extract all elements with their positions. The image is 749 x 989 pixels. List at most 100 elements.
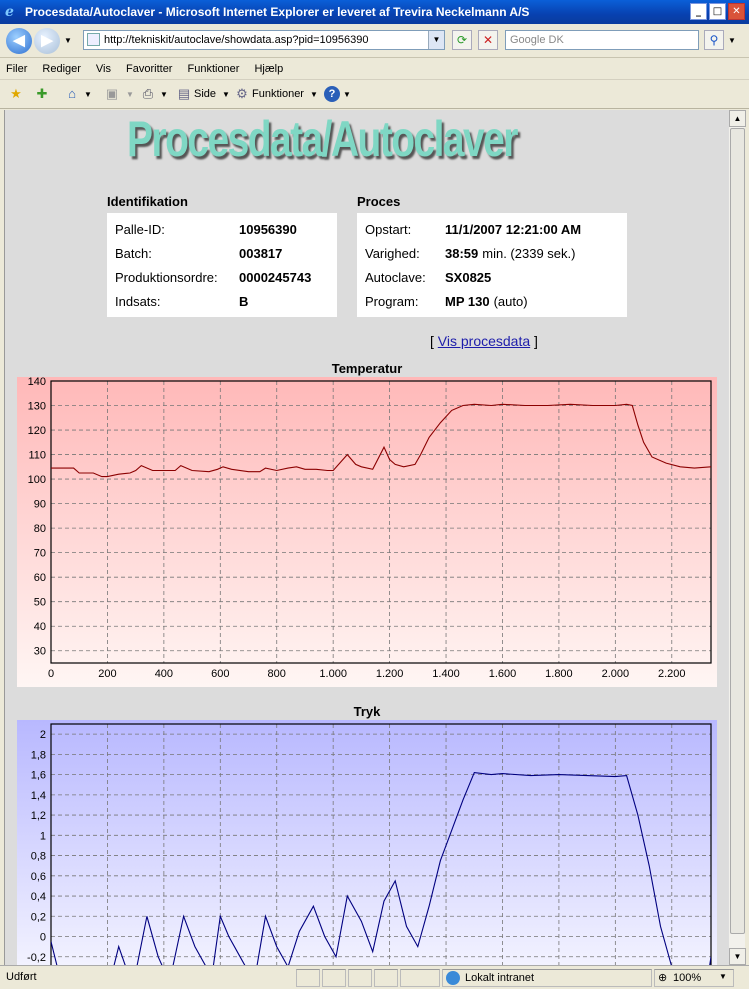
maximize-button[interactable]: □ — [709, 3, 726, 20]
y-tick-label: 0 — [40, 932, 46, 944]
help-icon: ? — [324, 86, 340, 102]
back-button[interactable]: ◀ — [6, 28, 32, 54]
varighed-extra: min. (2339 sek.) — [482, 245, 576, 261]
window-title-bar: e Procesdata/Autoclaver - Microsoft Inte… — [0, 0, 749, 24]
info-row: Program: MP 130 (auto) — [365, 289, 619, 313]
scrollbar-thumb[interactable] — [730, 128, 745, 934]
info-row: Indsats: B — [115, 289, 329, 313]
x-tick-label: 600 — [211, 668, 229, 680]
feeds-dropdown-icon[interactable]: ▼ — [126, 90, 134, 99]
zoom-dropdown-icon: ▼ — [719, 972, 727, 981]
search-button[interactable]: ⚲ — [704, 30, 724, 50]
search-input[interactable]: Google DK — [505, 30, 699, 50]
menu-bar: Filer Rediger Vis Favoritter Funktioner … — [0, 58, 749, 80]
y-tick-label: 60 — [34, 572, 46, 584]
help-button[interactable]: ? ▼ — [324, 86, 351, 102]
info-key: Produktionsordre: — [115, 269, 218, 285]
search-icon: ⚲ — [709, 33, 719, 47]
batch-value: 003817 — [239, 245, 283, 261]
autoclave-value: SX0825 — [445, 269, 492, 285]
palle-id-value: 10956390 — [239, 221, 297, 237]
status-text: Udført — [6, 971, 37, 983]
info-key: Varighed: — [365, 245, 420, 261]
produktionsordre-value: 0000245743 — [239, 269, 312, 285]
address-url: http://tekniskit/autoclave/showdata.asp?… — [104, 34, 369, 46]
vis-procesdata-link[interactable]: Vis procesdata — [438, 333, 530, 349]
y-tick-label: 0,8 — [31, 851, 46, 863]
menu-rediger[interactable]: Rediger — [42, 63, 81, 75]
back-arrow-icon: ◀ — [13, 32, 25, 49]
page-logo: Procesdata/Autoclaver — [127, 111, 518, 167]
info-row: Palle-ID: 10956390 — [115, 217, 329, 241]
info-key: Batch: — [115, 245, 152, 261]
page-menu-icon: ▤ — [177, 86, 191, 101]
print-button[interactable]: ⎙ ▼ — [140, 86, 168, 102]
info-row: Varighed: 38:59 min. (2339 sek.) — [365, 241, 619, 265]
scroll-down-icon[interactable]: ▼ — [729, 948, 746, 965]
x-tick-label: 2.200 — [658, 668, 686, 680]
proces-heading: Proces — [357, 194, 401, 209]
zone-cell: Lokalt intranet — [442, 969, 652, 987]
tools-menu-label: Funktioner — [252, 88, 304, 100]
menu-hjaelp[interactable]: Hjælp — [254, 63, 283, 75]
home-dropdown-icon[interactable]: ▼ — [84, 90, 92, 99]
search-dropdown-icon[interactable]: ▼ — [728, 36, 736, 45]
x-tick-label: 1.000 — [319, 668, 347, 680]
page-icon — [87, 33, 100, 46]
y-tick-label: 0,6 — [31, 871, 46, 883]
tryk-chart: 21,81,61,41,210,80,60,40,20-0,2-0,4 — [17, 720, 717, 965]
close-window-button[interactable]: ✕ — [728, 3, 745, 20]
intranet-globe-icon — [446, 971, 460, 985]
temperatur-chart: 30 40 50 60 70 80 90 100 110 120 130 140 0 200 400 600 8… — [17, 377, 717, 687]
info-key: Indsats: — [115, 293, 161, 309]
address-input[interactable]: http://tekniskit/autoclave/showdata.asp?… — [83, 30, 445, 50]
vertical-scrollbar[interactable]: ▲ ▼ — [728, 110, 746, 965]
forward-button[interactable]: ▶ — [34, 28, 60, 54]
x-tick-label: 0 — [48, 668, 54, 680]
scroll-up-icon[interactable]: ▲ — [729, 110, 746, 127]
proces-section: Proces Opstart: 11/1/2007 12:21:00 AM Var… — [357, 194, 627, 317]
indsats-value: B — [239, 293, 249, 309]
stop-icon: ✕ — [482, 33, 494, 47]
y-tick-label: 110 — [28, 450, 46, 462]
home-icon: ⌂ — [68, 86, 76, 101]
y-tick-label: 80 — [34, 523, 46, 535]
x-tick-label: 1.200 — [376, 668, 404, 680]
identifikation-table: Palle-ID: 10956390 Batch: 003817 Produktio… — [107, 213, 337, 317]
side-menu-label: Side — [194, 88, 217, 100]
chart-background — [17, 377, 717, 687]
minimize-button[interactable]: _ — [690, 3, 707, 20]
zone-text: Lokalt intranet — [465, 972, 535, 984]
menu-vis[interactable]: Vis — [96, 63, 111, 75]
tools-menu-button[interactable]: ⚙ Funktioner ▼ — [234, 86, 318, 102]
zoom-value: 100% — [673, 972, 702, 984]
menu-favoritter[interactable]: Favoritter — [126, 63, 172, 75]
zoom-control[interactable]: ⊕ 100% ▼ — [654, 969, 734, 987]
help-dropdown-icon: ▼ — [343, 89, 351, 99]
home-button[interactable]: ⌂ ▼ — [64, 86, 92, 102]
side-menu-button[interactable]: ▤ Side ▼ — [176, 86, 230, 102]
printer-icon: ⎙ — [142, 86, 154, 101]
x-tick-label: 1.400 — [432, 668, 460, 680]
feeds-button[interactable]: ▣ ▼ — [104, 86, 134, 102]
favorites-button[interactable]: ★ — [8, 86, 24, 102]
refresh-button[interactable]: ⟳ — [452, 30, 472, 50]
menu-funktioner[interactable]: Funktioner — [187, 63, 239, 75]
info-row: Autoclave: SX0825 — [365, 265, 619, 289]
chart-background — [17, 720, 717, 965]
menu-filer[interactable]: Filer — [6, 63, 27, 75]
address-dropdown-icon[interactable]: ▼ — [428, 31, 444, 49]
y-tick-label: 40 — [34, 621, 46, 633]
info-row: Opstart: 11/1/2007 12:21:00 AM — [365, 217, 619, 241]
print-dropdown-icon[interactable]: ▼ — [160, 90, 168, 99]
add-favorite-button[interactable]: ✚ — [34, 86, 50, 102]
stop-button[interactable]: ✕ — [478, 30, 498, 50]
proces-table: Opstart: 11/1/2007 12:21:00 AM Varighed: 3… — [357, 213, 627, 317]
opstart-value: 11/1/2007 12:21:00 AM — [445, 221, 582, 237]
x-tick-label: 800 — [268, 668, 286, 680]
y-tick-label: 100 — [28, 474, 46, 486]
y-tick-label: 70 — [34, 548, 46, 560]
info-key: Autoclave: — [365, 269, 426, 285]
history-dropdown-icon[interactable]: ▼ — [64, 36, 72, 45]
page-content: Procesdata/Autoclaver Identifikation Pal… — [4, 110, 728, 965]
